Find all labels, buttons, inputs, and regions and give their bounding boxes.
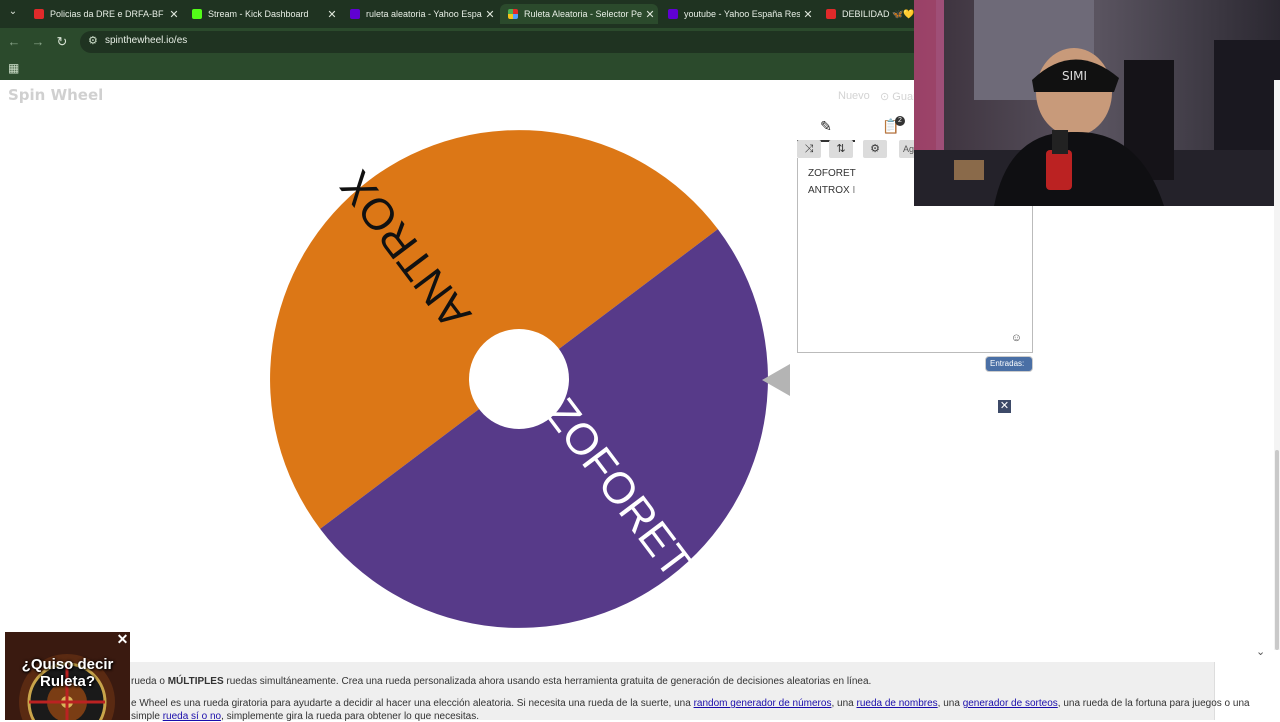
- name-wheel-link[interactable]: rueda de nombres: [856, 698, 937, 709]
- browser-tab-active[interactable]: Ruleta Aleatoria - Selector Pers ✕: [500, 4, 658, 24]
- webcam-overlay: SIMI: [914, 0, 1280, 206]
- youtube-favicon-icon: [34, 9, 44, 19]
- wheel-pointer-icon: [762, 364, 790, 396]
- tab-results[interactable]: 📋: [871, 114, 911, 140]
- shuffle-icon: ⤨: [804, 143, 814, 155]
- sort-icon: ⇅: [836, 143, 846, 155]
- site-logo[interactable]: Spin Wheel: [8, 86, 103, 104]
- yes-no-wheel-link[interactable]: rueda sí o no: [163, 711, 221, 722]
- scrollbar-thumb[interactable]: [1275, 450, 1279, 650]
- results-count-badge: 2: [895, 116, 905, 126]
- close-ad-icon[interactable]: ✕: [116, 632, 129, 646]
- info-line-2: e Wheel es una rueda giratoria para ayud…: [131, 698, 1250, 709]
- emoji-icon[interactable]: ☺: [1011, 332, 1022, 344]
- url-text[interactable]: spinthewheel.io/es: [105, 35, 187, 46]
- yahoo-favicon-icon: [668, 9, 678, 19]
- text-cursor-icon: I: [852, 185, 856, 196]
- info-section: rueda o MÚLTIPLES ruedas simultáneamente…: [100, 662, 1250, 722]
- spinwheel-favicon-icon: [508, 9, 518, 19]
- back-arrow-icon[interactable]: ←: [6, 34, 22, 50]
- cap-logo-text: SIMI: [1062, 69, 1087, 83]
- apps-grid-icon[interactable]: ▦: [8, 61, 19, 75]
- spin-wheel[interactable]: ANTROX ZOFORET: [268, 128, 770, 630]
- close-icon[interactable]: ✕: [998, 400, 1011, 413]
- settings-button[interactable]: ⚙: [863, 140, 887, 158]
- entry-line: ZOFORET: [808, 168, 856, 179]
- shuffle-button[interactable]: ⤨: [797, 140, 821, 158]
- tab-title: ruleta aleatoria - Yahoo España: [366, 9, 482, 19]
- yahoo-favicon-icon: [350, 9, 360, 19]
- pencil-icon: ✎: [820, 118, 832, 134]
- wheel-center-hub[interactable]: [469, 329, 569, 429]
- webcam-image: SIMI: [914, 0, 1280, 206]
- browser-tab[interactable]: DEBILIDAD 🦋💛: [818, 4, 914, 24]
- ad-banner[interactable]: ¿Quiso decir Ruleta? ✕: [5, 632, 130, 720]
- tab-title: youtube - Yahoo España Resulta: [684, 9, 800, 19]
- tab-title: Ruleta Aleatoria - Selector Pers: [524, 9, 642, 19]
- tab-title: Policias da DRE e DRFA-BF soc: [50, 9, 166, 19]
- new-wheel-link[interactable]: Nuevo: [838, 90, 870, 102]
- page-scrollbar[interactable]: [1274, 80, 1280, 650]
- browser-tab[interactable]: youtube - Yahoo España Resulta ✕: [660, 4, 816, 24]
- close-tab-icon[interactable]: ✕: [482, 8, 498, 21]
- random-number-link[interactable]: random generador de números: [694, 698, 832, 709]
- close-tab-icon[interactable]: ✕: [324, 8, 340, 21]
- kick-favicon-icon: [192, 9, 202, 19]
- close-tab-icon[interactable]: ✕: [800, 8, 816, 21]
- entries-count-badge: Entradas: 2: [985, 356, 1033, 382]
- raffle-generator-link[interactable]: generador de sorteos: [963, 698, 1058, 709]
- tab-title: Stream - Kick Dashboard: [208, 9, 309, 19]
- close-tab-icon[interactable]: ✕: [166, 8, 182, 21]
- sort-button[interactable]: ⇅: [829, 140, 853, 158]
- tab-title: DEBILIDAD 🦋💛: [842, 8, 914, 19]
- browser-tab[interactable]: Policias da DRE e DRFA-BF soc ✕: [26, 4, 182, 24]
- chevron-down-icon[interactable]: ⌄: [1256, 645, 1265, 658]
- info-line-1: rueda o MÚLTIPLES ruedas simultáneamente…: [131, 676, 872, 687]
- reload-icon[interactable]: ↻: [54, 34, 70, 50]
- entry-line: ANTROX I: [808, 185, 856, 196]
- info-line-3: simple rueda sí o no, simplemente gira l…: [131, 711, 479, 722]
- save-icon: ⊙: [880, 91, 893, 103]
- browser-tab[interactable]: ruleta aleatoria - Yahoo España ✕: [342, 4, 498, 24]
- forward-arrow-icon[interactable]: →: [30, 34, 46, 50]
- site-info-icon[interactable]: ⚙: [88, 34, 98, 47]
- gear-icon: ⚙: [870, 143, 880, 155]
- close-tab-icon[interactable]: ✕: [642, 8, 658, 21]
- browser-tab[interactable]: Stream - Kick Dashboard ✕: [184, 4, 340, 24]
- tab-edit-entries[interactable]: ✎: [797, 114, 855, 142]
- ad-text: ¿Quiso decir Ruleta?: [21, 656, 114, 690]
- tab-search-icon[interactable]: ⌄: [6, 6, 20, 20]
- youtube-favicon-icon: [826, 9, 836, 19]
